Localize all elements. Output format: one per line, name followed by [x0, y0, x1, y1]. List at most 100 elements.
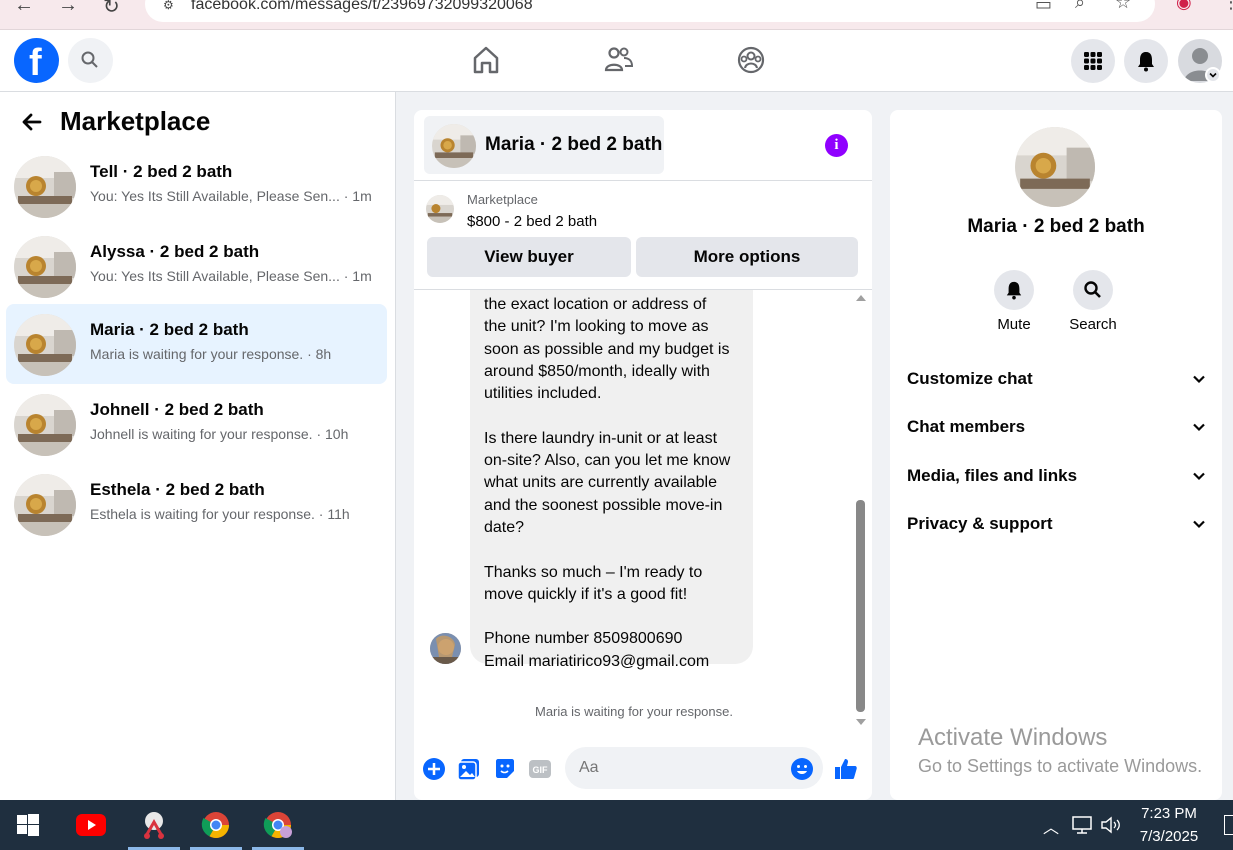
- conversation-name: Johnell · 2 bed 2 bath: [90, 400, 264, 419]
- youtube-icon: [76, 814, 106, 836]
- activate-windows-watermark: Activate Windows: [918, 724, 1108, 751]
- bookmark-star-icon[interactable]: ☆: [1115, 0, 1131, 13]
- view-buyer-button[interactable]: View buyer: [427, 237, 631, 277]
- volume-icon[interactable]: [1100, 816, 1122, 834]
- clock-date[interactable]: 7/3/2025: [1134, 828, 1204, 845]
- taskbar-youtube[interactable]: [65, 800, 117, 850]
- search-in-chat-button[interactable]: [1073, 270, 1113, 310]
- chrome-profile-icon: [263, 812, 292, 839]
- show-hidden-icons-icon[interactable]: ︿: [1043, 814, 1059, 838]
- back-arrow-icon[interactable]: ←: [14, 0, 34, 17]
- thumbs-up-icon[interactable]: [834, 757, 858, 781]
- scroll-up-arrow-icon[interactable]: [855, 294, 867, 302]
- conversation-item[interactable]: Tell · 2 bed 2 bath You: Yes Its Still A…: [6, 146, 387, 226]
- message-composer: GIF: [414, 744, 872, 792]
- taskbar-chrome[interactable]: [190, 800, 242, 850]
- listing-thumbnail: [14, 156, 76, 218]
- photo-icon[interactable]: [457, 757, 481, 781]
- section-media-files-links[interactable]: Media, files and links: [907, 466, 1207, 486]
- browser-toolbar: ← → ↻ ⚙ facebook.com/messages/t/23969732…: [0, 0, 1233, 30]
- bell-icon: [1006, 281, 1022, 300]
- chat-header-button[interactable]: Maria · 2 bed 2 bath: [424, 116, 664, 174]
- chat-panel: Maria · 2 bed 2 bath i Marketplace $800 …: [414, 110, 872, 800]
- notifications-button[interactable]: [1124, 39, 1168, 83]
- section-chat-members[interactable]: Chat members: [907, 417, 1207, 437]
- chat-details-panel: Maria · 2 bed 2 bath Mute Search Customi…: [890, 110, 1222, 800]
- emoji-icon[interactable]: [790, 757, 814, 781]
- message-list[interactable]: the exact location or address of the uni…: [414, 290, 854, 730]
- reload-icon[interactable]: ↻: [103, 0, 120, 19]
- sender-avatar: [430, 633, 461, 664]
- conversation-item[interactable]: Johnell · 2 bed 2 bath Johnell is waitin…: [6, 384, 387, 464]
- windows-taskbar: ︿ 7:23 PM 7/3/2025: [0, 800, 1233, 850]
- plus-circle-icon[interactable]: [422, 757, 446, 781]
- section-customize-chat[interactable]: Customize chat: [907, 369, 1207, 389]
- section-label: Media, files and links: [907, 466, 1078, 485]
- groups-icon[interactable]: [736, 44, 766, 76]
- section-label: Chat members: [907, 417, 1026, 436]
- url-text[interactable]: facebook.com/messages/t/2396973209932006…: [191, 0, 533, 14]
- chevron-down-icon: [1193, 472, 1205, 481]
- listing-thumbnail: [1015, 127, 1095, 207]
- conversation-name: Alyssa · 2 bed 2 bath: [90, 242, 260, 261]
- browser-menu-icon[interactable]: ⋮: [1222, 0, 1233, 13]
- svg-text:GIF: GIF: [533, 765, 549, 775]
- gif-icon[interactable]: GIF: [528, 757, 552, 781]
- back-arrow-icon[interactable]: [20, 110, 44, 134]
- mute-button[interactable]: [994, 270, 1034, 310]
- listing-thumbnail: [14, 314, 76, 376]
- message-input[interactable]: [565, 747, 823, 789]
- address-bar[interactable]: ⚙ facebook.com/messages/t/23969732099320…: [145, 0, 1155, 22]
- search-label: Search: [1069, 316, 1117, 333]
- taskbar-snipping-tool[interactable]: [128, 800, 180, 850]
- details-name: Maria · 2 bed 2 bath: [967, 216, 1145, 237]
- scroll-down-arrow-icon[interactable]: [855, 718, 867, 726]
- profile-icon[interactable]: ◉: [1176, 0, 1192, 13]
- windows-logo-icon: [17, 814, 39, 836]
- conversation-name: Maria · 2 bed 2 bath: [90, 320, 249, 339]
- bell-icon: [1138, 52, 1154, 72]
- site-info-icon[interactable]: ⚙: [163, 0, 174, 12]
- listing-thumbnail: [14, 474, 76, 536]
- conversation-name: Tell · 2 bed 2 bath: [90, 162, 233, 181]
- section-label: Privacy & support: [907, 514, 1053, 533]
- message-scrollbar[interactable]: [854, 290, 868, 730]
- conversation-name: Esthela · 2 bed 2 bath: [90, 480, 265, 499]
- taskbar-chrome-profile[interactable]: [252, 800, 304, 850]
- zoom-icon[interactable]: ⌕: [1075, 0, 1085, 13]
- marketplace-label: Marketplace: [467, 192, 538, 207]
- conversation-preview: You: Yes Its Still Available, Please Sen…: [90, 188, 372, 204]
- info-icon[interactable]: i: [825, 134, 848, 157]
- network-icon[interactable]: [1071, 816, 1093, 834]
- search-icon: [1084, 281, 1101, 298]
- sticker-icon[interactable]: [493, 757, 517, 781]
- install-app-icon[interactable]: ▭: [1035, 0, 1052, 15]
- start-button[interactable]: [2, 800, 54, 850]
- conversation-item-active[interactable]: Maria · 2 bed 2 bath Maria is waiting fo…: [6, 304, 387, 384]
- scroll-thumb[interactable]: [856, 500, 865, 712]
- friends-icon[interactable]: [604, 44, 634, 76]
- notification-center-icon[interactable]: [1224, 815, 1233, 835]
- account-chevron-icon[interactable]: [1205, 67, 1221, 83]
- facebook-logo[interactable]: f: [14, 38, 59, 84]
- listing-price[interactable]: $800 - 2 bed 2 bath: [467, 213, 597, 230]
- message-bubble[interactable]: the exact location or address of the uni…: [470, 290, 753, 670]
- chat-title: Maria · 2 bed 2 bath: [485, 134, 663, 155]
- conversation-item[interactable]: Esthela · 2 bed 2 bath Esthela is waitin…: [6, 464, 387, 544]
- menu-button[interactable]: [1071, 39, 1115, 83]
- forward-arrow-icon[interactable]: →: [58, 0, 78, 17]
- home-icon[interactable]: [471, 44, 501, 76]
- conversation-preview: You: Yes Its Still Available, Please Sen…: [90, 268, 372, 284]
- section-privacy-support[interactable]: Privacy & support: [907, 514, 1207, 534]
- conversation-item[interactable]: Alyssa · 2 bed 2 bath You: Yes Its Still…: [6, 226, 387, 306]
- snipping-tool-icon: [144, 812, 164, 839]
- more-options-button[interactable]: More options: [636, 237, 858, 277]
- conversation-list-panel: Marketplace Tell · 2 bed 2 bath You: Yes…: [0, 92, 396, 800]
- activate-windows-subtext: Go to Settings to activate Windows.: [918, 756, 1203, 776]
- chevron-down-icon: [1193, 520, 1205, 529]
- conversation-preview: Maria is waiting for your response. · 8h: [90, 346, 332, 362]
- conversation-preview: Esthela is waiting for your response. · …: [90, 506, 350, 522]
- search-button[interactable]: [68, 38, 113, 83]
- chevron-down-icon: [1193, 423, 1205, 432]
- clock-time[interactable]: 7:23 PM: [1134, 805, 1204, 822]
